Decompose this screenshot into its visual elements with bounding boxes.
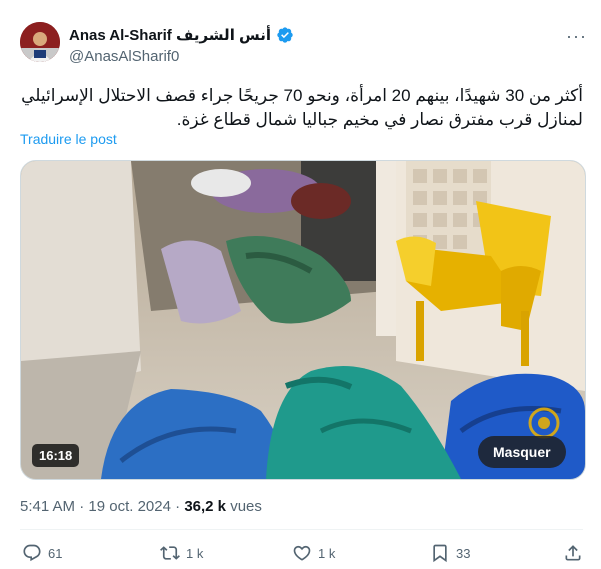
tweet-text-line2: لمنازل قرب مفترق نصار في مخيم جباليا شما…	[176, 110, 583, 129]
tweet-time[interactable]: 5:41 AM	[20, 498, 75, 515]
author-display-name[interactable]: Anas Al-Sharif أنس الشريف	[69, 26, 271, 44]
tweet-date[interactable]: 19 oct. 2024	[88, 498, 171, 515]
reply-count: 61	[48, 545, 63, 561]
repost-icon	[160, 546, 180, 560]
action-bar: 61 1 k 1 k 33	[20, 543, 583, 567]
meta-separator: ·	[79, 498, 85, 515]
bookmark-icon	[433, 544, 447, 563]
reply-icon	[23, 544, 41, 562]
translate-post-link[interactable]: Traduire le post	[20, 131, 117, 147]
verified-badge-icon[interactable]	[276, 26, 294, 44]
video-player[interactable]	[20, 160, 586, 480]
divider	[20, 529, 583, 530]
tweet-text: أكثر من 30 شهيدًا، بينهم 20 امرأة، ونحو …	[20, 84, 583, 132]
bookmark-button[interactable]: 33	[430, 543, 470, 563]
repost-button[interactable]: 1 k	[160, 543, 203, 563]
like-button[interactable]: 1 k	[292, 543, 335, 563]
video-thumbnail	[21, 161, 585, 479]
repost-count: 1 k	[186, 545, 204, 561]
author-handle[interactable]: @AnasAlSharif0	[69, 48, 179, 65]
avatar[interactable]	[20, 22, 60, 62]
tweet-text-line1: أكثر من 30 شهيدًا، بينهم 20 امرأة، ونحو …	[21, 86, 583, 105]
share-button[interactable]	[563, 543, 583, 563]
avatar-image	[20, 22, 60, 62]
like-icon	[293, 545, 311, 561]
hide-media-button[interactable]: Masquer	[478, 436, 566, 468]
bookmark-count: 33	[456, 545, 471, 561]
more-options-icon[interactable]: ···	[566, 26, 587, 47]
share-icon	[565, 545, 581, 561]
tweet-meta: 5:41 AM · 19 oct. 2024 · 36,2 k vues	[20, 498, 262, 515]
meta-separator: ·	[175, 498, 181, 515]
like-count: 1 k	[318, 545, 336, 561]
reply-button[interactable]: 61	[22, 543, 62, 563]
video-duration-badge: 16:18	[32, 444, 80, 467]
views-label: vues	[230, 498, 262, 515]
views-count: 36,2 k	[184, 498, 227, 515]
